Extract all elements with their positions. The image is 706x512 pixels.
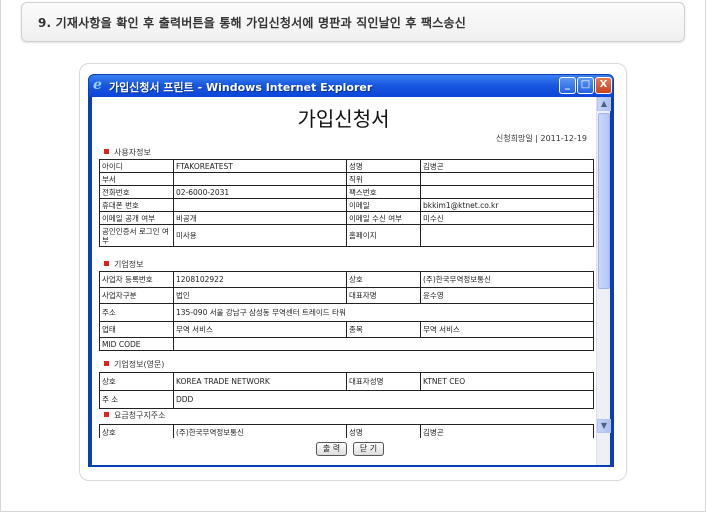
cell-label: 부서 bbox=[99, 172, 174, 186]
section-billing-title: 요금청구지주소 bbox=[104, 410, 166, 421]
cell-label: 주 소 bbox=[99, 390, 174, 409]
table-row: 주소 135-090 서울 강남구 삼성동 무역센터 트레이드 타워 bbox=[99, 303, 594, 322]
window-title: 가입신청서 프린트 - Windows Internet Explorer bbox=[109, 81, 373, 94]
bullet-icon bbox=[104, 149, 109, 154]
close-button[interactable]: 닫 기 bbox=[353, 442, 384, 456]
table-row: 아이디 FTAKOREATEST 성명 김병곤 bbox=[99, 159, 594, 173]
table-row: 업태 무역 서비스 종목 무역 서비스 bbox=[99, 321, 594, 338]
cell-label: 사업자구분 bbox=[99, 287, 174, 304]
section-company-title: 기업정보 bbox=[104, 259, 143, 270]
cell-value: 02-6000-2031 bbox=[173, 185, 347, 199]
company-info-table: 사업자 등록번호 1208102922 상호 (주)한국무역정보통신 사업자구분 법인… bbox=[99, 271, 594, 351]
scroll-thumb[interactable] bbox=[598, 113, 610, 289]
cell-label: 사업자 등록번호 bbox=[99, 271, 174, 288]
form-title: 가입신청서 bbox=[297, 107, 390, 131]
print-button[interactable]: 출 력 bbox=[316, 442, 347, 456]
cell-value: 법인 bbox=[173, 287, 347, 304]
cell-value: bkkim1@ktnet.co.kr bbox=[420, 198, 594, 212]
table-row: 사업자 등록번호 1208102922 상호 (주)한국무역정보통신 bbox=[99, 271, 594, 288]
vertical-scrollbar[interactable]: ▲ ▼ bbox=[596, 97, 611, 465]
cell-label: 홈페이지 bbox=[346, 224, 421, 247]
cell-value bbox=[173, 172, 347, 186]
cell-value: 미사용 bbox=[173, 224, 347, 247]
cell-value bbox=[420, 185, 594, 199]
cell-value: DDD bbox=[173, 390, 594, 409]
section-billing-label: 요금청구지주소 bbox=[114, 411, 166, 420]
table-row: 주 소 DDD bbox=[99, 390, 594, 409]
cell-value: KTNET CEO bbox=[420, 372, 594, 391]
cell-value bbox=[420, 224, 594, 247]
cell-value: 1208102922 bbox=[173, 271, 347, 288]
section-user-title: 사용자정보 bbox=[104, 147, 151, 158]
cell-label: 주소 bbox=[99, 303, 174, 322]
cell-value: KOREA TRADE NETWORK bbox=[173, 372, 347, 391]
minimize-button[interactable]: _ bbox=[559, 77, 576, 94]
section-company-label: 기업정보 bbox=[114, 260, 144, 269]
button-bar: 출 력 닫 기 bbox=[92, 438, 595, 462]
bullet-icon bbox=[104, 361, 109, 366]
application-form-page: 가입신청서 신청희망일 | 2011-12-19 사용자정보 아이디 FTAKOR… bbox=[92, 97, 595, 465]
table-row: 사업자구분 법인 대표자명 윤수영 bbox=[99, 287, 594, 304]
cell-value: 무역 서비스 bbox=[420, 321, 594, 338]
cell-label: 이메일 공개 여부 bbox=[99, 211, 174, 225]
window-titlebar[interactable]: e 가입신청서 프린트 - Windows Internet Explorer … bbox=[89, 75, 613, 97]
cell-label: 대표자명 bbox=[346, 287, 421, 304]
ie-logo-icon: e bbox=[93, 77, 102, 93]
company-en-table: 상호 KOREA TRADE NETWORK 대표자성명 KTNET CEO 주 소… bbox=[99, 372, 594, 409]
cell-value: (주)한국무역정보통신 bbox=[420, 271, 594, 288]
table-row: 공인인증서 로그인 여부 미사용 홈페이지 bbox=[99, 224, 594, 247]
cell-value bbox=[420, 172, 594, 186]
cell-value bbox=[173, 337, 594, 351]
cell-label: 팩스번호 bbox=[346, 185, 421, 199]
cell-label: 공인인증서 로그인 여부 bbox=[99, 224, 174, 247]
table-row: 전화번호 02-6000-2031 팩스번호 bbox=[99, 185, 594, 199]
cell-label: 종목 bbox=[346, 321, 421, 338]
cell-value: 윤수영 bbox=[420, 287, 594, 304]
cell-label: 업태 bbox=[99, 321, 174, 338]
cell-label: 대표자성명 bbox=[346, 372, 421, 391]
cell-value: 135-090 서울 강남구 삼성동 무역센터 트레이드 타워 bbox=[173, 303, 594, 322]
cell-label: 아이디 bbox=[99, 159, 174, 173]
table-row: MID CODE bbox=[99, 337, 594, 351]
apply-date: 신청희망일 | 2011-12-19 bbox=[495, 134, 587, 143]
cell-value: 김병곤 bbox=[420, 159, 594, 173]
scroll-down-icon[interactable]: ▼ bbox=[597, 419, 611, 433]
table-row: 이메일 공개 여부 비공개 이메일 수신 여부 미수신 bbox=[99, 211, 594, 225]
maximize-button[interactable]: □ bbox=[577, 77, 594, 94]
cell-label: 이메일 수신 여부 bbox=[346, 211, 421, 225]
user-info-table: 아이디 FTAKOREATEST 성명 김병곤 부서 직위 전화번호 02-6000-… bbox=[99, 159, 594, 247]
cell-label: 직위 bbox=[346, 172, 421, 186]
step-text: 9. 기재사항을 확인 후 출력버튼을 통해 가입신청서에 명판과 직인날인 후… bbox=[38, 16, 467, 30]
close-window-button[interactable]: X bbox=[595, 77, 612, 94]
window-client: 가입신청서 신청희망일 | 2011-12-19 사용자정보 아이디 FTAKOR… bbox=[92, 97, 611, 465]
table-row: 휴대폰 번호 이메일 bkkim1@ktnet.co.kr bbox=[99, 198, 594, 212]
cell-label: 전화번호 bbox=[99, 185, 174, 199]
cell-value bbox=[173, 198, 347, 212]
section-company-en-label: 기업정보(영문) bbox=[114, 360, 165, 369]
step-banner: 9. 기재사항을 확인 후 출력버튼을 통해 가입신청서에 명판과 직인날인 후… bbox=[21, 2, 685, 42]
cell-label: 상호 bbox=[346, 271, 421, 288]
cell-label: 이메일 bbox=[346, 198, 421, 212]
ie-window: e 가입신청서 프린트 - Windows Internet Explorer … bbox=[88, 74, 614, 467]
table-row: 상호 KOREA TRADE NETWORK 대표자성명 KTNET CEO bbox=[99, 372, 594, 391]
cell-value: FTAKOREATEST bbox=[173, 159, 347, 173]
cell-label: 상호 bbox=[99, 372, 174, 391]
cell-value: 무역 서비스 bbox=[173, 321, 347, 338]
section-user-label: 사용자정보 bbox=[114, 148, 151, 157]
table-row: 부서 직위 bbox=[99, 172, 594, 186]
cell-label: MID CODE bbox=[99, 337, 174, 351]
bullet-icon bbox=[104, 261, 109, 266]
cell-value: 미수신 bbox=[420, 211, 594, 225]
section-company-en-title: 기업정보(영문) bbox=[104, 359, 164, 370]
cell-label: 성명 bbox=[346, 159, 421, 173]
bullet-icon bbox=[104, 412, 109, 417]
cell-value: 비공개 bbox=[173, 211, 347, 225]
cell-label: 휴대폰 번호 bbox=[99, 198, 174, 212]
scroll-up-icon[interactable]: ▲ bbox=[597, 97, 611, 111]
